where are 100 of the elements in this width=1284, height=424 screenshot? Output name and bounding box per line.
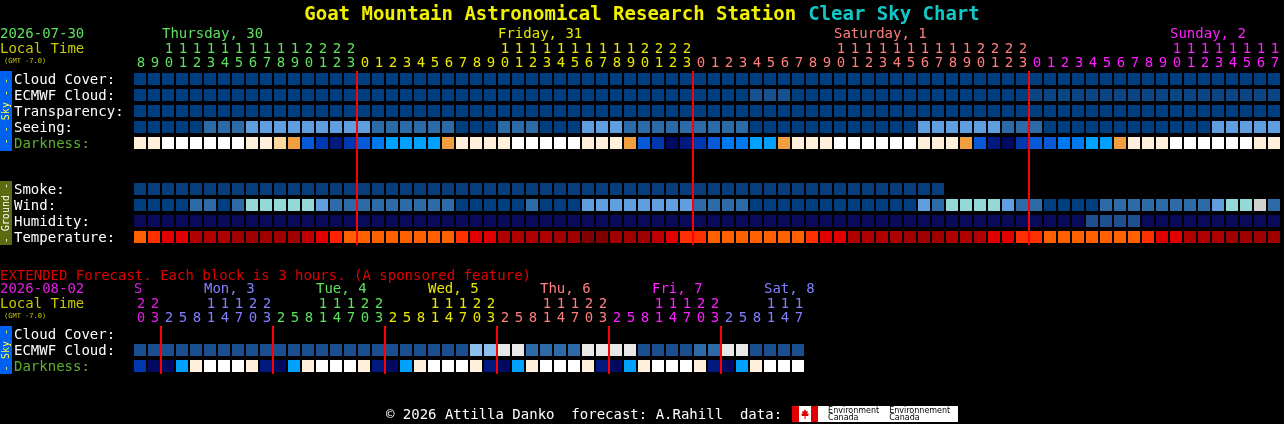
- forecast-date: 2026-08-02: [0, 281, 85, 296]
- hour-digit: 1: [220, 41, 230, 55]
- hour-digit: 1: [1269, 41, 1281, 55]
- hour-digit: 9: [1157, 55, 1169, 69]
- hour-digit: 1: [234, 41, 245, 55]
- logo-text: Environment Canada: [828, 407, 880, 421]
- midnight-line: [720, 326, 722, 374]
- hour-digit: 1: [1214, 41, 1224, 55]
- hour-digit: 9: [961, 55, 973, 69]
- hour-digit: 1: [681, 296, 693, 310]
- hour-digit: 4: [443, 310, 455, 324]
- hour-digit: 7: [597, 55, 609, 69]
- hour-digit: 2: [387, 55, 399, 69]
- hour-digit: 1: [765, 296, 777, 310]
- hour-digit: 1: [961, 41, 973, 55]
- hour-digit: 6: [919, 55, 931, 69]
- hour-digit: 0: [163, 55, 175, 69]
- hour-digit: 0: [695, 55, 707, 69]
- hour-digit: 2: [163, 310, 175, 324]
- hour-digit: 0: [303, 55, 315, 69]
- hour-digit: 0: [639, 55, 651, 69]
- day-label: Sat, 8: [764, 281, 815, 296]
- hour-digit: 8: [639, 310, 651, 324]
- hour-digit: 2: [247, 296, 259, 310]
- hour-digit: 3: [597, 310, 609, 324]
- day-label: Thursday, 30: [162, 26, 264, 41]
- hour-digit: 6: [583, 55, 595, 69]
- hour-digit: 1: [331, 296, 343, 310]
- row-label: Seeing:: [14, 119, 73, 135]
- hour-digit: 2: [527, 55, 539, 69]
- row-label: ECMWF Cloud:: [14, 87, 116, 103]
- hour-digit: 1: [793, 296, 805, 310]
- hour-digit: 8: [303, 310, 315, 324]
- section-bar: - Ground -: [0, 181, 12, 245]
- hour-digit: 3: [345, 55, 357, 69]
- hour-digit: 2: [989, 41, 1001, 55]
- hour-digit: 2: [611, 310, 623, 324]
- hour-digit: 4: [555, 55, 567, 69]
- hour-digit: 8: [191, 310, 203, 324]
- hour-digit: 5: [1241, 55, 1253, 69]
- hour-digit: 4: [751, 55, 763, 69]
- hour-digit: 2: [583, 296, 595, 310]
- hour-digit: 7: [793, 55, 805, 69]
- extended-heading: EXTENDED Forecast. Each block is 3 hours. (A sponsored feature): [0, 267, 531, 283]
- hour-digit: 1: [1045, 55, 1057, 69]
- hour-digit: 1: [528, 41, 538, 55]
- hour-digit: 7: [793, 310, 805, 324]
- day-label: Sunday, 2: [1170, 26, 1246, 41]
- hour-digit: 1: [933, 41, 945, 55]
- hour-digit: 2: [261, 296, 273, 310]
- hour-digit: 5: [569, 55, 581, 69]
- hour-digit: 6: [443, 55, 455, 69]
- hour-digit: 8: [135, 55, 147, 69]
- hour-digit: 2: [135, 296, 147, 310]
- hour-digit: 1: [569, 41, 581, 55]
- hour-digit: 1: [779, 296, 791, 310]
- hour-digit: 1: [317, 296, 329, 310]
- hour-digit: 0: [835, 55, 847, 69]
- hour-digit: 1: [542, 41, 552, 55]
- hour-digit: 7: [1269, 55, 1281, 69]
- row-label: Transparency:: [14, 103, 124, 119]
- midnight-line: [608, 326, 610, 374]
- hour-digit: 1: [500, 41, 510, 55]
- hour-digit: 1: [765, 310, 777, 324]
- hour-digit: 5: [233, 55, 245, 69]
- hour-digit: 1: [989, 55, 1001, 69]
- hour-digit: 2: [667, 55, 679, 69]
- hour-digit: 2: [695, 296, 707, 310]
- hour-digit: 0: [135, 310, 147, 324]
- hour-digit: 6: [1115, 55, 1127, 69]
- hour-digit: 2: [723, 310, 735, 324]
- canada-flag-icon: [792, 406, 819, 422]
- hour-digit: 1: [850, 41, 860, 55]
- hour-digit: 7: [457, 310, 469, 324]
- hour-digit: 9: [625, 55, 637, 69]
- hour-digit: 3: [1073, 55, 1085, 69]
- hour-digit: 0: [975, 55, 987, 69]
- midnight-line: [496, 326, 498, 374]
- time-label: Local Time: [0, 41, 85, 55]
- day-label: Friday, 31: [498, 26, 583, 41]
- hour-digit: 1: [541, 310, 553, 324]
- hour-digit: 2: [331, 55, 343, 69]
- section-bar: - - Sky - -: [0, 71, 12, 151]
- station-title: Goat Mountain Astronomical Research Station: [304, 0, 797, 26]
- hour-digit: 5: [765, 55, 777, 69]
- hour-digit: 1: [1255, 41, 1267, 55]
- hour-digit: 1: [429, 310, 441, 324]
- hour-digit: 1: [247, 41, 259, 55]
- row-label: Cloud Cover:: [14, 326, 116, 342]
- chart-title: Clear Sky Chart: [808, 0, 980, 26]
- hour-digit: 1: [429, 296, 441, 310]
- hour-digit: 2: [149, 296, 161, 310]
- hour-digit: 1: [1186, 41, 1196, 55]
- hour-digit: 4: [667, 310, 679, 324]
- hour-digit: 1: [555, 41, 567, 55]
- row-label: Darkness:: [14, 358, 90, 374]
- hour-digit: 1: [317, 310, 329, 324]
- hour-digit: 2: [597, 296, 609, 310]
- hour-digit: 2: [499, 310, 511, 324]
- hour-digit: 5: [513, 310, 525, 324]
